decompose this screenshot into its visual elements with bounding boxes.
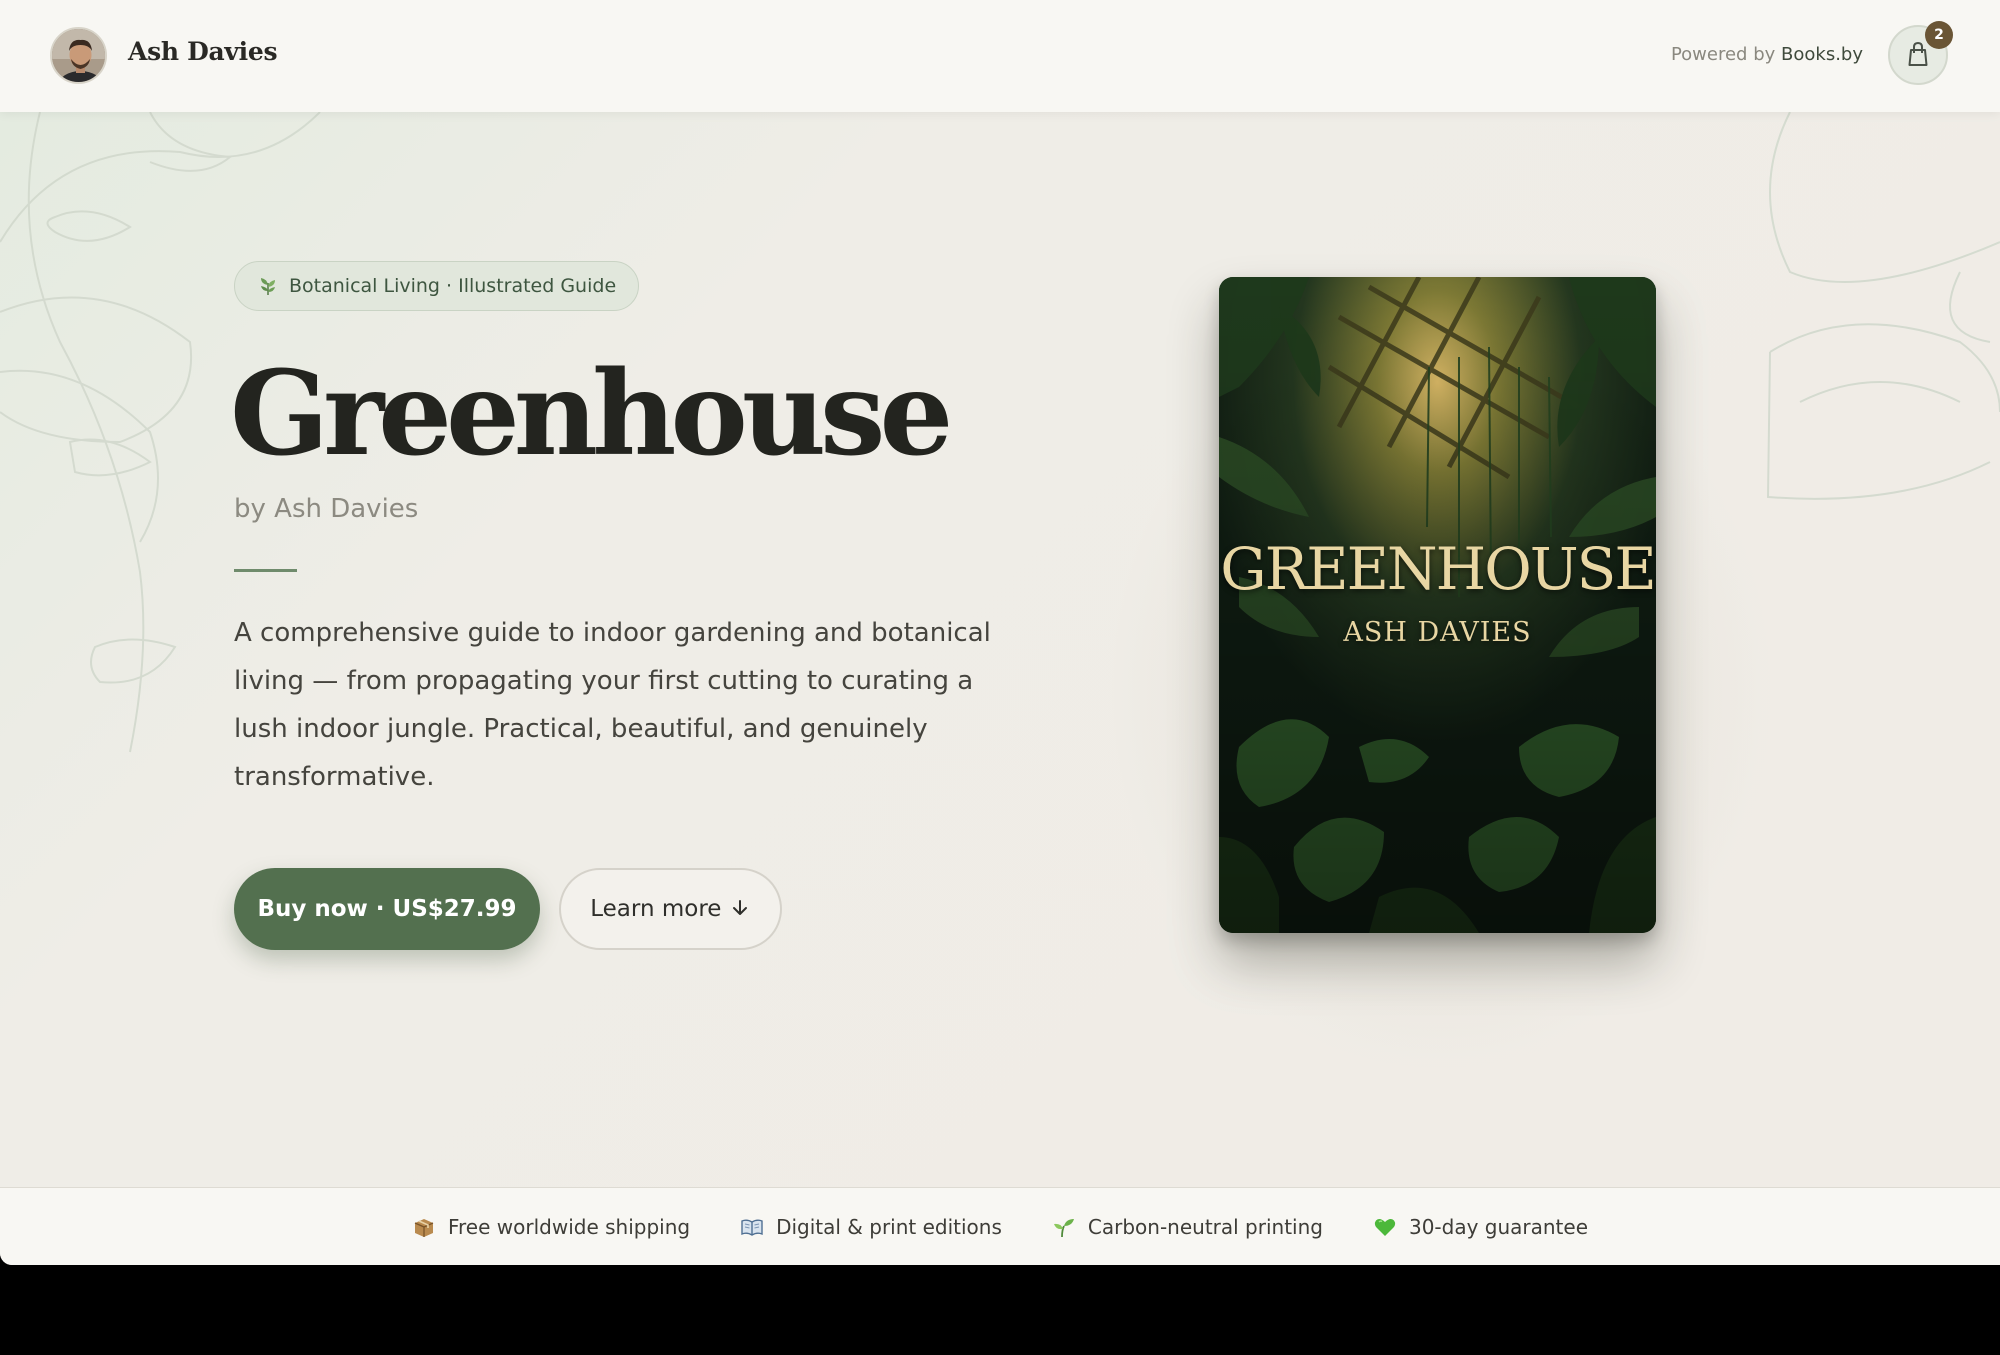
category-tag-label: Botanical Living · Illustrated Guide [289,275,617,297]
features-bar: Free worldwide shipping Digital & print … [0,1187,2000,1265]
book-byline: by Ash Davies [234,494,419,524]
feature-label: 30-day guarantee [1408,1215,1589,1239]
package-icon [414,1219,434,1237]
feature-label: Carbon-neutral printing [1087,1215,1323,1239]
category-tag: Botanical Living · Illustrated Guide [234,261,640,311]
page: Ash Davies Powered by Books.by 2 Botanic… [0,0,2000,1265]
site-header: Ash Davies Powered by Books.by 2 [0,0,2000,112]
cover-jungle-illustration [1219,277,1656,933]
powered-by-label: Powered by [1670,44,1776,65]
powered-by[interactable]: Powered by Books.by [1671,44,1863,65]
feature-shipping: Free worldwide shipping [412,1215,690,1239]
buy-now-button[interactable]: Buy now · US$27.99 [234,868,540,950]
cover-title: GREENHOUSE [1220,535,1656,603]
author-name[interactable]: Ash Davies [128,37,278,66]
feature-editions: Digital & print editions [740,1215,1002,1239]
cover-author: ASH DAVIES [1343,617,1532,648]
learn-more-label: Learn more [590,896,722,922]
seedling-icon [1053,1219,1074,1238]
book-description: A comprehensive guide to indoor gardenin… [234,618,991,792]
feature-carbon: Carbon-neutral printing [1052,1215,1323,1239]
book-title: Greenhouse [230,346,953,482]
arrow-down-icon [732,900,747,915]
divider [234,569,297,572]
feature-label: Free worldwide shipping [447,1215,691,1239]
feature-label: Digital & print editions [776,1215,1002,1239]
herb-leaf-icon [261,278,275,295]
book-cover[interactable]: GREENHOUSE ASH DAVIES [1219,277,1656,933]
learn-more-button[interactable]: Learn more [559,868,782,950]
hero-section: Botanical Living · Illustrated Guide Gre… [0,112,2000,1187]
green-heart-icon [1374,1219,1396,1236]
powered-by-brand[interactable]: Books.by [1781,44,1863,65]
cart-count-badge: 2 [1925,21,1953,49]
open-book-icon [741,1219,763,1236]
author-avatar[interactable] [50,27,107,84]
feature-guarantee: 30-day guarantee [1373,1215,1588,1239]
